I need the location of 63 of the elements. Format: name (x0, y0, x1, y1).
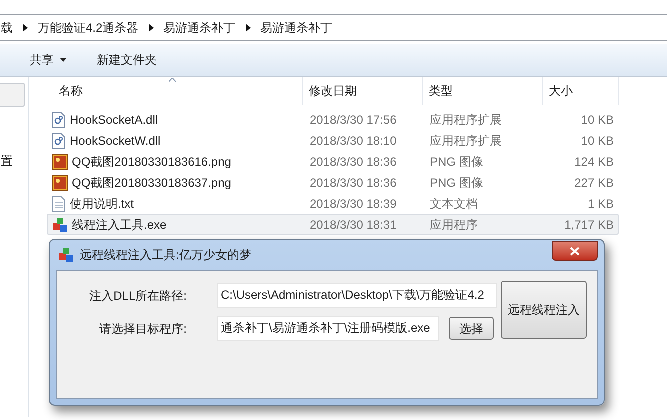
file-row[interactable]: HookSocketW.dll 2018/3/30 18:10 应用程序扩展 10 KB (47, 130, 619, 151)
file-type: 应用程序 (429, 216, 479, 234)
address-bar[interactable]: 载 万能验证4.2通杀器 易游通杀补丁 易游通杀补丁 (0, 14, 667, 41)
file-row[interactable]: HookSocketA.dll 2018/3/30 17:56 应用程序扩展 10 KB (47, 109, 619, 130)
chevron-right-icon (148, 24, 154, 32)
file-name: 线程注入工具.exe (72, 216, 167, 234)
chevron-right-icon (23, 24, 28, 32)
breadcrumb[interactable]: 易游通杀补丁 (260, 18, 333, 36)
nav-item[interactable]: 置 (0, 152, 28, 170)
pane-scroll-box (0, 83, 25, 107)
chevron-right-icon (246, 24, 251, 32)
file-size: 1,717 KB (564, 216, 614, 234)
modified-date: 2018/3/30 18:31 (309, 216, 398, 234)
file-row[interactable]: QQ截图20180330183616.png 2018/3/30 18:36 PNG 图像 124 KB (47, 151, 619, 172)
blocks-icon (52, 216, 68, 232)
column-header[interactable]: 类型 (423, 77, 543, 105)
image-file-icon (52, 154, 68, 170)
file-name: HookSocketA.dll (70, 112, 158, 128)
gear-file-icon (52, 132, 66, 148)
breadcrumb[interactable]: 万能验证4.2通杀器 (38, 18, 139, 36)
breadcrumb[interactable]: 载 (1, 18, 13, 36)
file-name: QQ截图20180330183637.png (72, 174, 232, 192)
file-row[interactable]: QQ截图20180330183637.png 2018/3/30 18:36 PNG 图像 227 KB (47, 172, 619, 193)
file-size: 1 KB (586, 196, 614, 212)
file-type: PNG 图像 (429, 154, 484, 170)
field-label: 请选择目标程序: (98, 320, 188, 338)
file-name: 使用说明.txt (70, 196, 134, 212)
new-folder-button[interactable]: 新建文件夹 (97, 51, 157, 69)
file-type: 文本文档 (429, 196, 479, 212)
close-button[interactable] (552, 241, 598, 261)
modified-date: 2018/3/30 18:39 (309, 196, 398, 212)
share-menu-button[interactable]: 共享 (30, 51, 67, 69)
modified-date: 2018/3/30 17:56 (309, 112, 398, 128)
path-field[interactable]: C:\Users\Administrator\Desktop\下载\万能验证4.2 (217, 283, 497, 308)
path-field[interactable]: 通杀补丁\易游通杀补丁\注册码模版.exe (217, 316, 439, 341)
dialog-title: 远程线程注入工具:亿万少女的梦 (80, 247, 252, 264)
column-header[interactable]: 大小 (543, 77, 619, 105)
file-name: QQ截图20180330183616.png (72, 154, 232, 170)
file-type: 应用程序扩展 (429, 112, 503, 128)
breadcrumb[interactable]: 易游通杀补丁 (164, 18, 236, 36)
file-name: HookSocketW.dll (70, 132, 161, 150)
column-header[interactable]: 修改日期 (303, 77, 423, 105)
modified-date: 2018/3/30 18:10 (309, 132, 398, 150)
file-type: PNG 图像 (429, 174, 484, 192)
file-row[interactable]: 使用说明.txt 2018/3/30 18:39 文本文档 1 KB (47, 193, 619, 214)
file-size: 10 KB (580, 132, 614, 150)
close-icon (570, 246, 580, 256)
blocks-icon (58, 247, 74, 263)
caret-down-icon (60, 58, 67, 62)
file-row[interactable]: 线程注入工具.exe 2018/3/30 18:31 应用程序 1,717 KB (47, 214, 619, 235)
file-size: 124 KB (574, 154, 614, 170)
column-header[interactable]: 名称 (47, 77, 303, 105)
field-label: 注入DLL所在路径: (88, 288, 188, 304)
document-icon (52, 196, 66, 212)
file-size: 227 KB (574, 174, 614, 192)
modified-date: 2018/3/30 18:36 (309, 174, 398, 192)
image-file-icon (52, 174, 68, 190)
file-size: 10 KB (580, 112, 614, 128)
file-type: 应用程序扩展 (429, 132, 503, 150)
inject-button[interactable]: 远程线程注入 (501, 281, 587, 339)
gear-file-icon (52, 112, 66, 128)
modified-date: 2018/3/30 18:36 (309, 154, 398, 170)
choose-button[interactable]: 选择 (449, 317, 494, 340)
